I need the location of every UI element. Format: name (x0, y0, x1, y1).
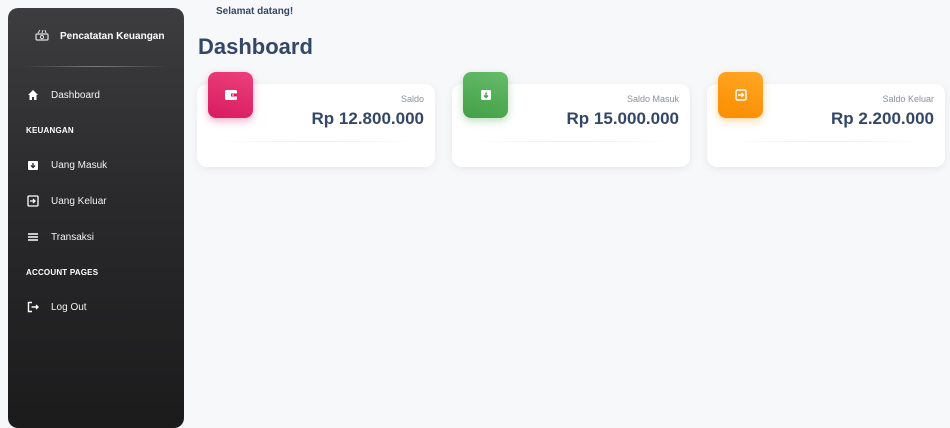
sidebar-item-label: Dashboard (51, 89, 100, 101)
brand-name: Pencatatan Keuangan (60, 30, 165, 42)
money-logo-icon (34, 28, 50, 44)
card-saldo-masuk[interactable]: Saldo Masuk Rp 15.000.000 (452, 72, 690, 167)
sidebar-item-uang-keluar[interactable]: Uang Keluar (8, 183, 184, 219)
list-icon (26, 230, 40, 244)
brand[interactable]: Pencatatan Keuangan (8, 8, 184, 64)
greeting-text: Selamat datang! (216, 6, 294, 17)
card-value: Rp 2.200.000 (830, 109, 934, 128)
sidebar-item-label: Log Out (51, 301, 87, 313)
sidebar: Pencatatan Keuangan Dashboard KEUANGAN U… (8, 8, 184, 428)
sidebar-item-dashboard[interactable]: Dashboard (8, 77, 184, 113)
money-out-icon (718, 72, 763, 118)
section-label-keuangan: KEUANGAN (26, 125, 74, 135)
card-divider (727, 141, 925, 142)
home-icon (26, 88, 40, 102)
sidebar-item-label: Uang Keluar (51, 195, 107, 207)
sign-in-icon (26, 194, 40, 208)
sidebar-item-transaksi[interactable]: Transaksi (8, 219, 184, 255)
card-label: Saldo Masuk (626, 94, 679, 104)
money-in-icon (463, 72, 508, 118)
card-saldo-keluar[interactable]: Saldo Keluar Rp 2.200.000 (707, 72, 945, 167)
card-divider (217, 141, 415, 142)
sidebar-item-label: Uang Masuk (51, 159, 108, 171)
sidebar-divider (24, 66, 168, 67)
card-label: Saldo Keluar (882, 94, 934, 104)
card-value: Rp 12.800.000 (311, 109, 424, 128)
card-divider (472, 141, 670, 142)
sidebar-item-label: Transaksi (51, 231, 94, 243)
wallet-icon (208, 72, 253, 118)
section-label-account-pages: ACCOUNT PAGES (26, 267, 99, 277)
card-label: Saldo (400, 94, 424, 104)
sidebar-item-log-out[interactable]: Log Out (8, 289, 184, 325)
logout-icon (26, 300, 40, 314)
page-title: Dashboard (198, 34, 313, 59)
card-saldo[interactable]: Saldo Rp 12.800.000 (197, 72, 435, 167)
sidebar-item-uang-masuk[interactable]: Uang Masuk (8, 147, 184, 183)
card-value: Rp 15.000.000 (566, 109, 679, 128)
wallet-in-icon (26, 158, 40, 172)
